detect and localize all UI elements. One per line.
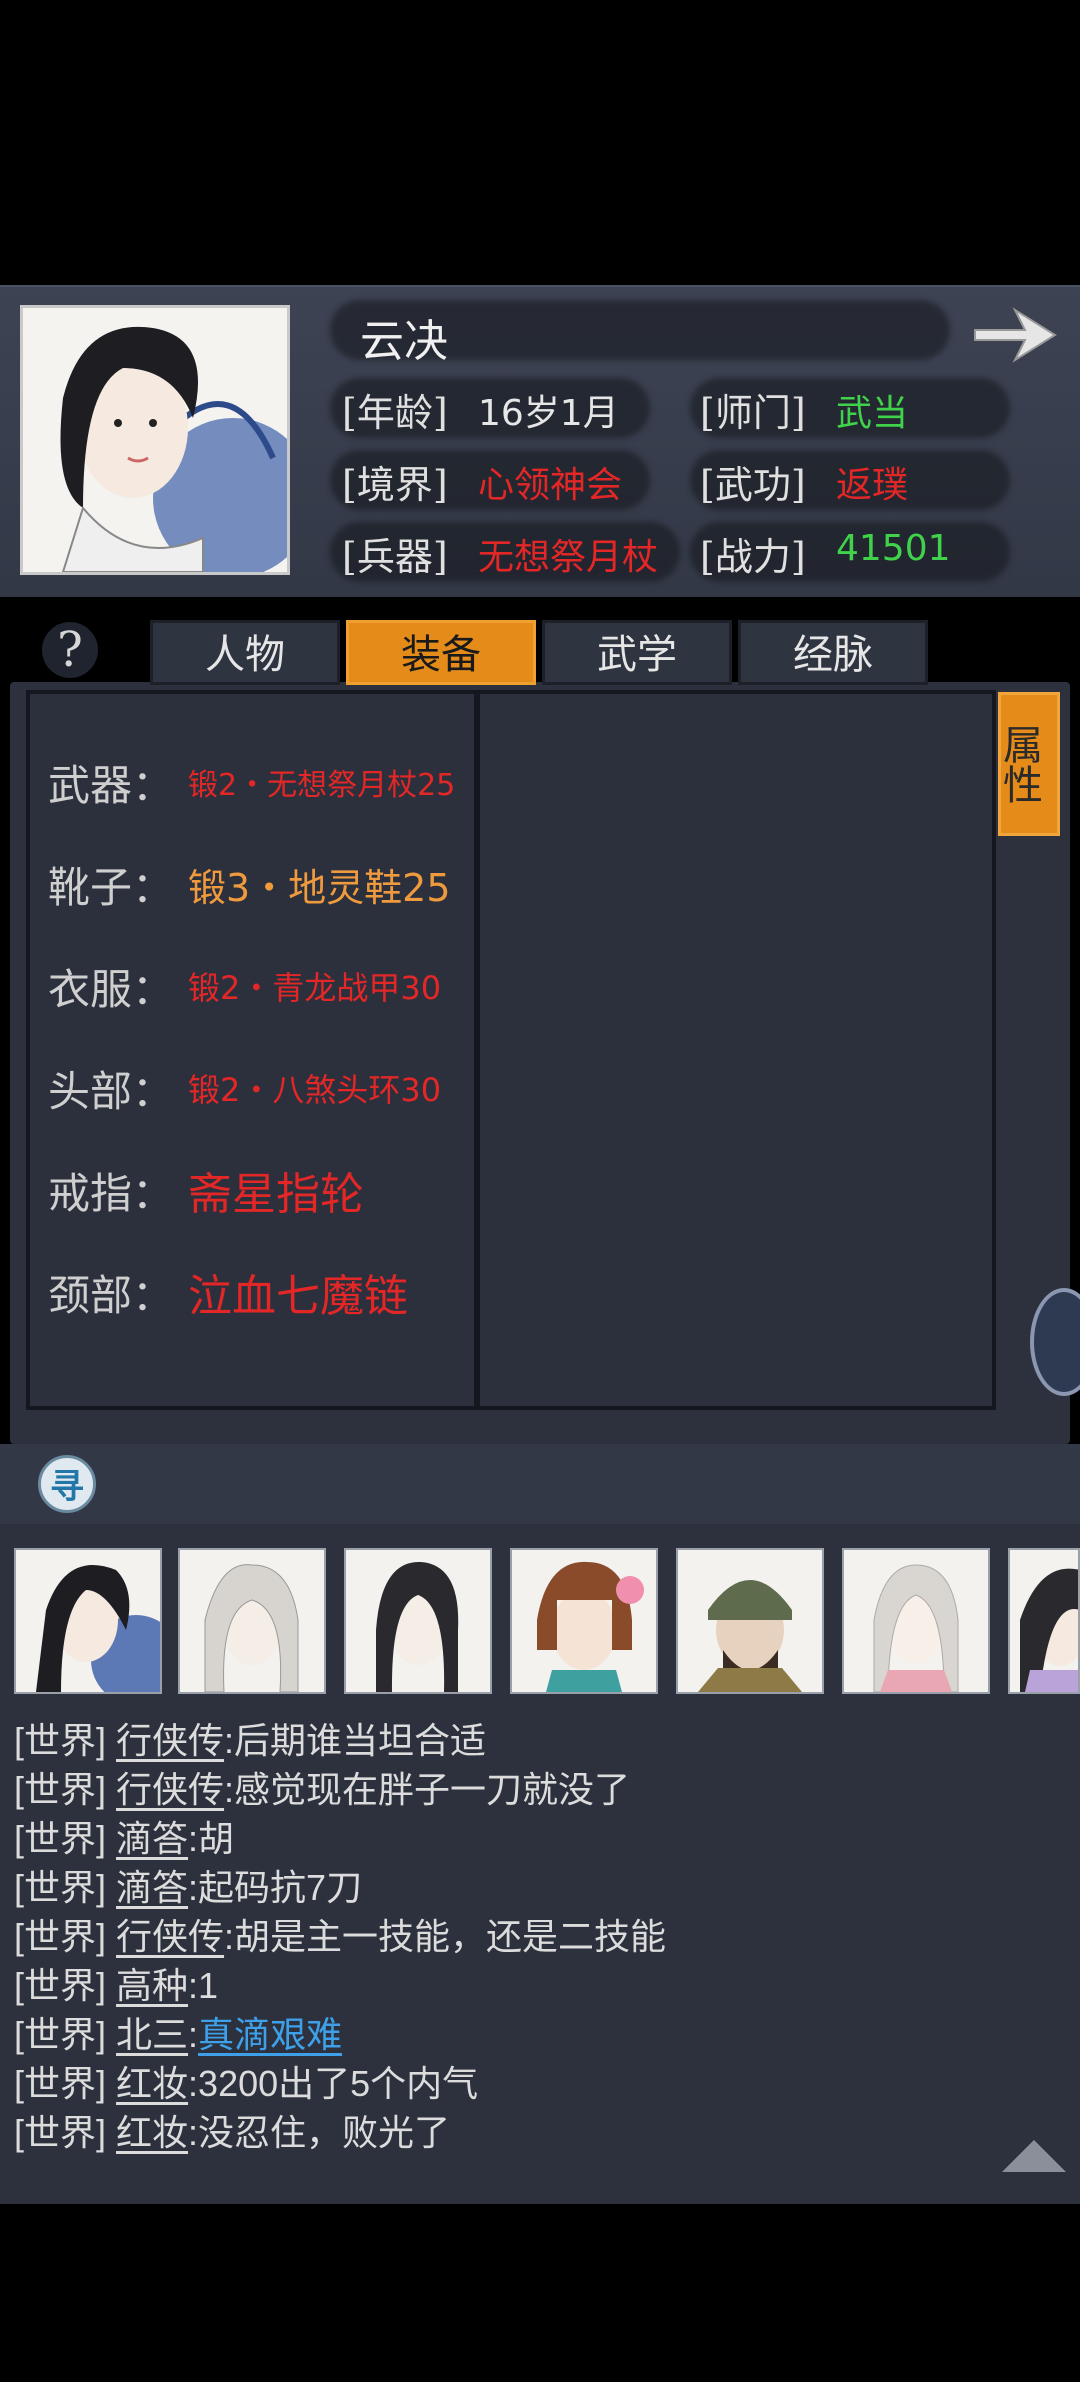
help-icon[interactable]: ?	[42, 622, 98, 678]
chat-sender[interactable]: 滴答	[116, 1867, 188, 1908]
character-name: 云决	[360, 316, 448, 367]
chat-message[interactable]: [世界] 滴答:胡	[14, 1810, 234, 1862]
arrow-right-icon[interactable]	[970, 300, 1060, 370]
equip-item-name: 锻2・八煞头环30	[188, 1071, 442, 1109]
chat-sender[interactable]: 红妆	[116, 2112, 188, 2153]
chat-channel: [世界]	[14, 1916, 107, 1957]
chat-channel: [世界]	[14, 2063, 107, 2104]
chat-channel: [世界]	[14, 2112, 107, 2153]
party-avatar[interactable]	[344, 1548, 492, 1694]
chat-channel: [世界]	[14, 1769, 107, 1810]
sect-label: [师门]	[700, 391, 806, 435]
equipment-detail	[476, 690, 996, 1410]
equip-item-name: 锻2・无想祭月杖25	[188, 768, 456, 803]
equip-slot-label: 颈部：	[48, 1271, 175, 1319]
equip-slot-ring[interactable]: 戒指： 斋星指轮	[48, 1160, 364, 1220]
equip-slot-label: 戒指：	[48, 1169, 175, 1217]
power-value: 41501	[836, 528, 951, 569]
chat-message[interactable]: [世界] 行侠传:感觉现在胖子一刀就没了	[14, 1761, 630, 1813]
realm-label: [境界]	[342, 463, 448, 507]
chat-sender[interactable]: 行侠传	[116, 1916, 224, 1957]
chat-message[interactable]: [世界] 北三:真滴艰难	[14, 2006, 342, 2058]
equip-slot-neck[interactable]: 颈部： 泣血七魔链	[48, 1262, 408, 1322]
equip-item-name: 斋星指轮	[188, 1169, 364, 1220]
skill-value: 返璞	[836, 465, 909, 506]
character-portrait[interactable]	[20, 305, 290, 575]
chat-sender[interactable]: 滴答	[116, 1818, 188, 1859]
tab-character[interactable]: 人物	[150, 620, 340, 685]
party-avatar[interactable]	[510, 1548, 658, 1694]
chat-text: :1	[188, 1965, 219, 2006]
chat-channel: [世界]	[14, 1720, 107, 1761]
tab-martial-arts[interactable]: 武学	[542, 620, 732, 685]
chat-message[interactable]: [世界] 滴答:起码抗7刀	[14, 1859, 362, 1911]
action-bar	[0, 1444, 1080, 1524]
party-avatar[interactable]	[1008, 1548, 1080, 1694]
power-label: [战力]	[700, 535, 806, 579]
equip-item-name: 泣血七魔链	[188, 1271, 408, 1322]
realm-value: 心领神会	[478, 465, 623, 506]
chat-text: :后期谁当坦合适	[224, 1720, 487, 1761]
chat-text: :没忍住，败光了	[188, 2112, 451, 2153]
party-avatar[interactable]	[676, 1548, 824, 1694]
chat-text: :3200出了5个内气	[188, 2063, 479, 2104]
chat-channel: [世界]	[14, 1965, 107, 2006]
attributes-button[interactable]: 属性	[996, 692, 1060, 836]
tab-equipment[interactable]: 装备	[346, 620, 536, 685]
chat-text: :胡是主一技能，还是二技能	[224, 1916, 667, 1957]
chat-toggle-icon[interactable]: 寻	[38, 1455, 96, 1513]
equip-slot-head[interactable]: 头部： 锻2・八煞头环30	[48, 1058, 441, 1118]
age-label: [年龄]	[342, 391, 448, 435]
equip-item-name: 锻3・地灵鞋25	[188, 865, 451, 910]
equip-slot-label: 武器：	[48, 761, 175, 809]
sect-value: 武当	[836, 393, 909, 434]
equip-slot-weapon[interactable]: 武器： 锻2・无想祭月杖25	[48, 752, 455, 812]
equip-item-name: 锻2・青龙战甲30	[188, 969, 442, 1007]
party-avatar[interactable]	[842, 1548, 990, 1694]
equip-slot-armor[interactable]: 衣服： 锻2・青龙战甲30	[48, 956, 441, 1016]
chat-sender[interactable]: 行侠传	[116, 1769, 224, 1810]
party-avatar[interactable]	[14, 1548, 162, 1694]
chat-message[interactable]: [世界] 红妆:没忍住，败光了	[14, 2104, 450, 2156]
chat-message[interactable]: [世界] 行侠传:胡是主一技能，还是二技能	[14, 1908, 666, 1960]
chat-sender[interactable]: 行侠传	[116, 1720, 224, 1761]
chat-channel: [世界]	[14, 1867, 107, 1908]
chat-link[interactable]: 真滴艰难	[198, 2014, 342, 2055]
chat-message[interactable]: [世界] 高种:1	[14, 1957, 218, 2009]
chat-sender[interactable]: 高种	[116, 1965, 188, 2006]
chat-channel: [世界]	[14, 1818, 107, 1859]
weapon-label: [兵器]	[342, 535, 448, 579]
chat-text: :	[188, 2014, 199, 2055]
chat-channel: [世界]	[14, 2014, 107, 2055]
equip-slot-boots[interactable]: 靴子： 锻3・地灵鞋25	[48, 854, 451, 914]
chat-sender[interactable]: 红妆	[116, 2063, 188, 2104]
party-avatar[interactable]	[178, 1548, 326, 1694]
weapon-value: 无想祭月杖	[478, 537, 659, 578]
chat-text: :起码抗7刀	[188, 1867, 363, 1908]
skill-label: [武功]	[700, 463, 806, 507]
scroll-up-icon[interactable]	[1002, 2140, 1066, 2172]
equip-slot-label: 衣服：	[48, 965, 175, 1013]
chat-sender[interactable]: 北三	[116, 2014, 188, 2055]
chat-message[interactable]: [世界] 红妆:3200出了5个内气	[14, 2055, 478, 2107]
age-value: 16岁1月	[478, 393, 619, 434]
chat-text: :感觉现在胖子一刀就没了	[224, 1769, 631, 1810]
chat-text: :胡	[188, 1818, 235, 1859]
chat-message[interactable]: [世界] 行侠传:后期谁当坦合适	[14, 1712, 486, 1764]
tab-meridians[interactable]: 经脉	[738, 620, 928, 685]
equip-slot-label: 靴子：	[48, 863, 175, 911]
equip-slot-label: 头部：	[48, 1067, 175, 1115]
